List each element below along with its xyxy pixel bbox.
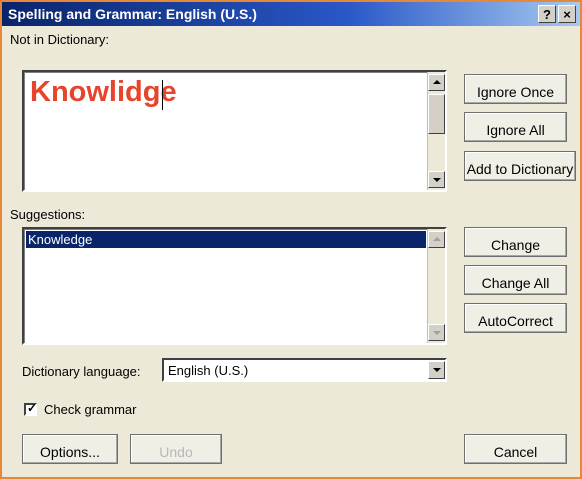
scroll-down-button[interactable]: [428, 171, 445, 188]
checkmark-icon: ✓: [27, 401, 38, 415]
scroll-down-button[interactable]: [428, 324, 445, 341]
arrow-up-icon: [432, 237, 441, 241]
close-button[interactable]: ×: [558, 5, 576, 23]
autocorrect-button[interactable]: AutoCorrect: [464, 303, 567, 333]
arrow-down-icon: [432, 178, 441, 182]
check-grammar-checkbox[interactable]: ✓: [24, 401, 38, 416]
text-caret: [162, 80, 163, 110]
not-in-dictionary-scrollbar[interactable]: [427, 72, 445, 190]
scroll-thumb[interactable]: [428, 94, 445, 134]
cancel-button[interactable]: Cancel: [464, 434, 567, 464]
chevron-down-icon: [432, 368, 441, 372]
add-to-dictionary-button[interactable]: Add to Dictionary: [464, 151, 576, 181]
window-title: Spelling and Grammar: English (U.S.): [8, 6, 257, 22]
undo-button[interactable]: Undo: [130, 434, 222, 464]
suggestions-label: Suggestions:: [10, 207, 86, 222]
options-button[interactable]: Options...: [22, 434, 118, 464]
scroll-up-button[interactable]: [428, 74, 445, 91]
suggestions-scrollbar[interactable]: [427, 229, 445, 343]
change-all-button[interactable]: Change All: [464, 265, 567, 295]
arrow-up-icon: [432, 80, 441, 84]
ignore-all-button[interactable]: Ignore All: [464, 112, 567, 142]
suggestion-item[interactable]: Knowledge: [26, 231, 426, 248]
not-in-dictionary-label: Not in Dictionary:: [10, 32, 109, 47]
spelling-grammar-dialog: Spelling and Grammar: English (U.S.) ? ×…: [0, 0, 582, 479]
dictionary-language-select[interactable]: English (U.S.): [162, 358, 447, 382]
help-button[interactable]: ?: [538, 5, 556, 23]
change-button[interactable]: Change: [464, 227, 567, 257]
scroll-up-button[interactable]: [428, 231, 445, 248]
misspelled-word[interactable]: Knowlidge: [30, 76, 177, 109]
dropdown-button[interactable]: [428, 361, 445, 379]
check-grammar-label[interactable]: Check grammar: [44, 402, 136, 417]
not-in-dictionary-textbox[interactable]: Knowlidge: [22, 70, 447, 192]
dictionary-language-value: English (U.S.): [168, 363, 249, 378]
title-bar[interactable]: Spelling and Grammar: English (U.S.) ? ×: [2, 2, 580, 26]
dictionary-language-label: Dictionary language:: [22, 364, 141, 379]
suggestions-list[interactable]: Knowledge: [22, 227, 447, 345]
arrow-down-icon: [432, 331, 441, 335]
ignore-once-button[interactable]: Ignore Once: [464, 74, 567, 104]
